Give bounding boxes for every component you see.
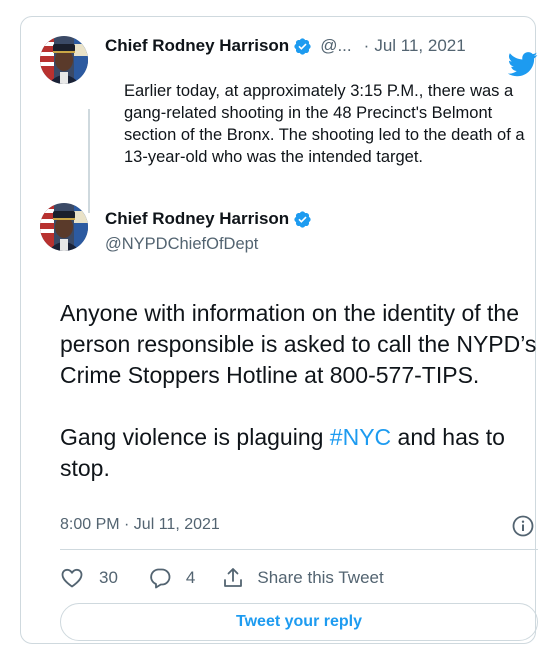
like-button[interactable]: 30 <box>60 566 118 590</box>
quoted-tweet-text: Earlier today, at approximately 3:15 P.M… <box>124 82 525 166</box>
like-count: 30 <box>99 568 118 587</box>
info-icon[interactable] <box>511 514 535 538</box>
tweet-paragraph: Gang violence is plaguing #NYC and has t… <box>60 422 540 484</box>
share-icon <box>224 568 243 587</box>
tweet-your-reply-button[interactable]: Tweet your reply <box>60 603 538 641</box>
author-name[interactable]: Chief Rodney Harrison <box>105 36 289 56</box>
share-label: Share this Tweet <box>257 568 384 587</box>
hashtag-link[interactable]: #NYC <box>330 424 391 450</box>
tweet-paragraph: Anyone with information on the identity … <box>60 300 537 388</box>
speech-bubble-icon <box>150 568 171 589</box>
main-tweet-handle-row: @NYPDChiefOfDept <box>105 235 258 254</box>
avatar-quoted[interactable] <box>40 36 88 84</box>
action-bar: 30 4 Share this Tweet <box>60 565 384 591</box>
thread-connector-line <box>88 109 90 213</box>
verified-badge-icon <box>294 210 311 228</box>
tweet-date[interactable]: Jul 11, 2021 <box>374 36 465 56</box>
tweet-timestamp[interactable]: 8:00 PM · Jul 11, 2021 <box>60 516 220 534</box>
avatar-main[interactable] <box>40 203 88 251</box>
twitter-bird-icon[interactable] <box>508 52 538 77</box>
reply-count: 4 <box>185 568 196 587</box>
divider <box>60 549 538 550</box>
tweet-card: Chief Rodney Harrison @... · Jul 11, 202… <box>20 16 538 644</box>
main-tweet-text: Anyone with information on the identity … <box>60 298 540 484</box>
author-handle[interactable]: @... <box>320 36 351 56</box>
reply-count-button[interactable]: 4 <box>148 566 195 590</box>
heart-icon <box>61 568 83 588</box>
author-name[interactable]: Chief Rodney Harrison <box>105 209 289 229</box>
separator: · <box>363 36 370 55</box>
text-segment: Gang violence is plaguing <box>60 424 330 450</box>
quoted-tweet-header: Chief Rodney Harrison @... · Jul 11, 202… <box>105 36 466 56</box>
verified-badge-icon <box>294 37 311 55</box>
share-tweet-button[interactable]: Share this Tweet <box>221 566 384 590</box>
main-tweet-header: Chief Rodney Harrison <box>105 209 312 229</box>
author-handle[interactable]: @NYPDChiefOfDept <box>105 235 258 254</box>
